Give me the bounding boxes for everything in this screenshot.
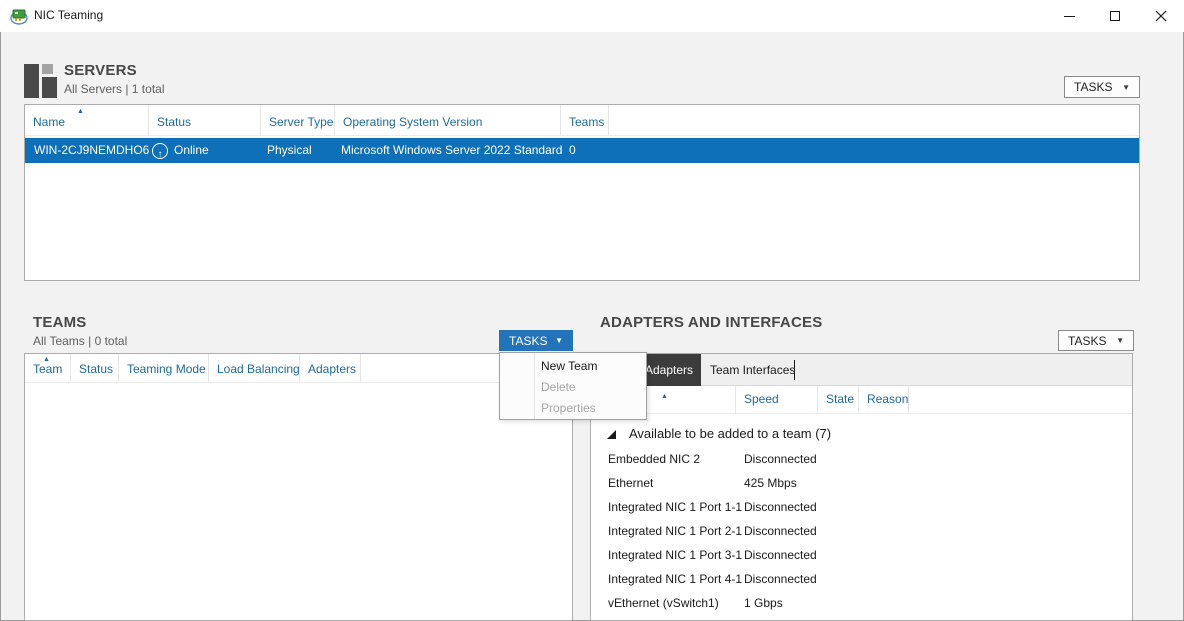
column-header-state[interactable]: State [818, 386, 859, 413]
chevron-down-icon: ▼ [555, 336, 563, 345]
teams-tasks-menu: New Team Delete Properties [499, 352, 647, 420]
adapter-row[interactable]: Integrated NIC 1 Port 2-1Disconnected [591, 519, 1132, 543]
sort-ascending-icon: ▲ [661, 393, 668, 400]
server-teams-count: 0 [569, 143, 576, 157]
status-up-icon: ↑ [152, 143, 168, 159]
menu-item-delete[interactable]: Delete [500, 376, 646, 398]
server-status: Online [174, 143, 209, 157]
sort-ascending-icon: ▲ [77, 108, 84, 115]
adapter-row[interactable]: Integrated NIC 1 Port 4-1Disconnected [591, 567, 1132, 591]
window-title: NIC Teaming [34, 8, 103, 22]
column-header-os-version[interactable]: Operating System Version [335, 105, 561, 135]
menu-item-properties[interactable]: Properties [500, 397, 646, 419]
server-type: Physical [267, 143, 312, 157]
teams-table-header: ▲ Team Status Teaming Mode Load Balancin… [25, 354, 572, 383]
column-header-adapters[interactable]: Adapters [300, 354, 361, 382]
teams-tasks-button[interactable]: TASKS ▼ [499, 330, 573, 351]
minimize-button[interactable] [1046, 0, 1092, 32]
adapter-row[interactable]: vEthernet (vSwitch1)1 Gbps [591, 591, 1132, 615]
nic-teaming-window: NIC Teaming SERVERS All Servers | 1 tota… [0, 0, 1184, 621]
group-expanded-icon [607, 430, 616, 439]
adapters-tab-strip: Network Adapters Team Interfaces [591, 354, 1132, 386]
adapter-group-header[interactable]: Available to be added to a team (7) [591, 422, 1132, 446]
adapter-row[interactable]: Integrated NIC 1 Port 1-1Disconnected [591, 495, 1132, 519]
adapter-row[interactable]: Embedded NIC 2Disconnected [591, 447, 1132, 471]
column-header-load-balancing[interactable]: Load Balancing [209, 354, 300, 382]
adapter-row[interactable]: Integrated NIC 1 Port 3-1Disconnected [591, 543, 1132, 567]
tab-focus-caret [794, 360, 795, 380]
servers-section-title: SERVERS [64, 62, 137, 79]
servers-section-subtitle: All Servers | 1 total [64, 82, 165, 96]
menu-item-new-team[interactable]: New Team [500, 355, 646, 377]
teams-table: ▲ Team Status Teaming Mode Load Balancin… [24, 353, 573, 621]
adapter-row[interactable]: Ethernet425 Mbps [591, 471, 1132, 495]
column-header-reason[interactable]: Reason [859, 386, 909, 413]
server-name: WIN-2CJ9NEMDHO6 [34, 143, 149, 157]
close-button[interactable] [1138, 0, 1184, 32]
chevron-down-icon: ▼ [1116, 336, 1124, 345]
adapters-section-title: ADAPTERS AND INTERFACES [600, 314, 822, 331]
server-os-version: Microsoft Windows Server 2022 Standard [341, 143, 562, 157]
nic-teaming-app-icon [10, 7, 28, 25]
maximize-button[interactable] [1092, 0, 1138, 32]
servers-tasks-button[interactable]: TASKS ▼ [1064, 76, 1140, 98]
title-bar: NIC Teaming [0, 0, 1184, 32]
adapters-table-header: ▲ Speed State Reason [591, 386, 1132, 414]
column-header-server-type[interactable]: Server Type [261, 105, 335, 135]
servers-icon [24, 64, 58, 100]
teams-section-title: TEAMS [33, 314, 87, 331]
teams-section-subtitle: All Teams | 0 total [33, 334, 127, 348]
column-header-teams[interactable]: Teams [561, 105, 609, 135]
column-header-speed[interactable]: Speed [736, 386, 818, 413]
column-header-teaming-mode[interactable]: Teaming Mode [119, 354, 209, 382]
maximize-icon [1110, 11, 1120, 21]
servers-table: ▲ Name Status Server Type Operating Syst… [24, 104, 1140, 281]
adapters-panel: Network Adapters Team Interfaces ▲ Speed… [590, 353, 1133, 621]
close-icon [1155, 10, 1167, 22]
chevron-down-icon: ▼ [1122, 83, 1130, 92]
adapters-tasks-button[interactable]: TASKS ▼ [1058, 330, 1134, 351]
tab-team-interfaces[interactable]: Team Interfaces [704, 354, 801, 386]
column-header-name[interactable]: ▲ Name [25, 105, 149, 135]
column-header-team-status[interactable]: Status [71, 354, 119, 382]
column-header-team[interactable]: ▲ Team [25, 354, 71, 382]
minimize-icon [1064, 16, 1075, 17]
column-header-status[interactable]: Status [149, 105, 261, 135]
servers-table-header: ▲ Name Status Server Type Operating Syst… [25, 105, 1139, 136]
server-row-selected[interactable]: WIN-2CJ9NEMDHO6 ↑ Online Physical Micros… [25, 138, 1139, 163]
